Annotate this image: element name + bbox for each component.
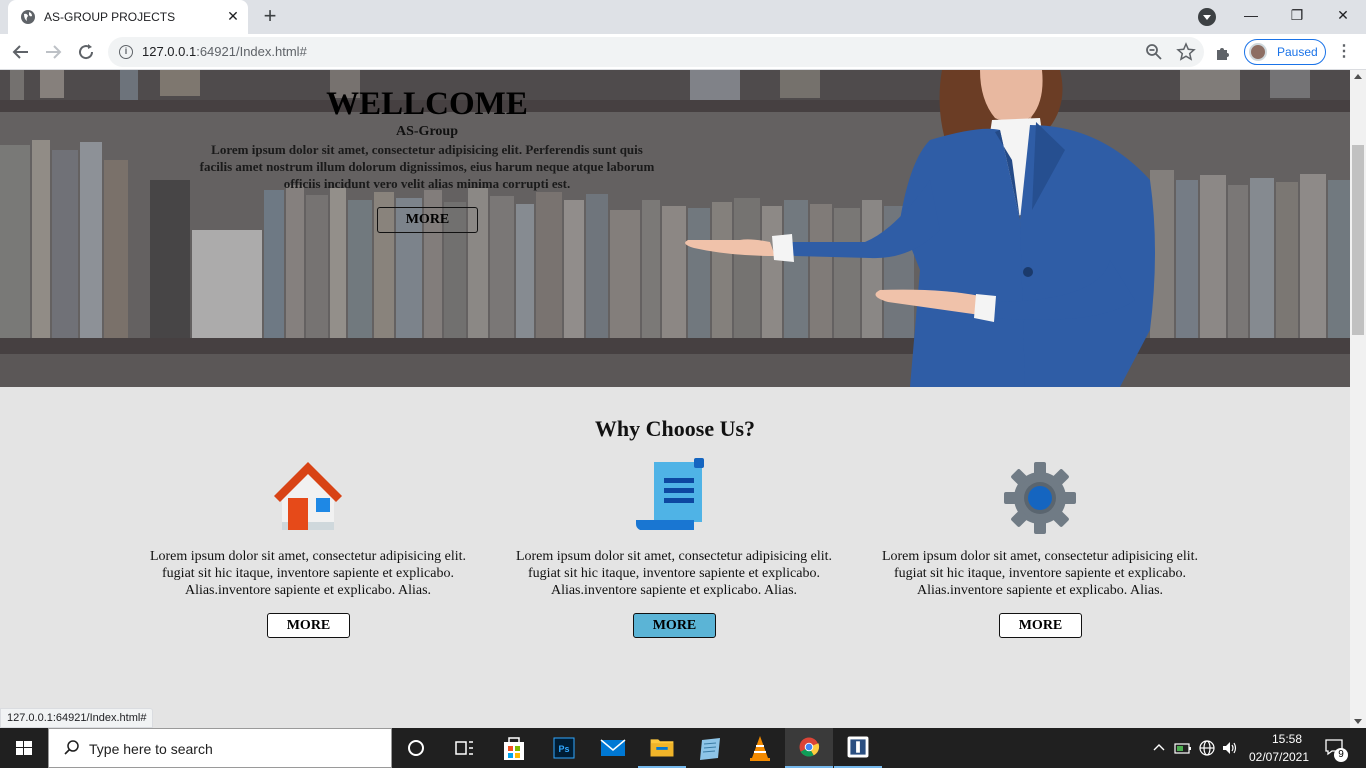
browser-tab[interactable]: AS-GROUP PROJECTS ✕ [8, 0, 248, 34]
restore-button[interactable]: ❐ [1274, 0, 1320, 32]
chrome-icon[interactable] [785, 728, 833, 768]
extensions-puzzle-icon[interactable] [1214, 42, 1234, 62]
scroll-down-arrow-icon[interactable] [1354, 719, 1362, 724]
feature-more-button[interactable]: MORE [999, 613, 1082, 638]
gear-icon [1004, 462, 1076, 534]
page-scrollbar[interactable] [1350, 70, 1366, 728]
show-hidden-icons-icon[interactable] [1152, 741, 1166, 755]
url-text[interactable]: 127.0.0.1:64921/Index.html# [142, 44, 307, 59]
close-window-button[interactable]: ✕ [1320, 0, 1366, 32]
feature-description: Lorem ipsum dolor sit amet, consectetur … [515, 549, 833, 598]
document-scroll-icon [636, 458, 704, 530]
clock-time[interactable]: 15:58 [1263, 732, 1311, 746]
scrollbar-thumb[interactable] [1352, 145, 1364, 335]
feature-more-button[interactable]: MORE [633, 613, 716, 638]
scroll-up-arrow-icon[interactable] [1354, 74, 1362, 79]
zoom-icon[interactable] [1144, 42, 1164, 62]
tab-close-icon[interactable]: ✕ [224, 7, 242, 25]
network-globe-icon[interactable] [1198, 739, 1216, 757]
cortana-icon[interactable] [392, 728, 440, 768]
file-explorer-icon[interactable] [638, 728, 686, 768]
battery-icon[interactable] [1174, 740, 1192, 756]
address-bar[interactable]: i 127.0.0.1:64921/Index.html# [108, 37, 1204, 67]
hero-description: Lorem ipsum dolor sit amet, consectetur … [199, 142, 655, 191]
windows-start-icon[interactable] [0, 728, 48, 768]
status-bar-url: 127.0.0.1:64921/Index.html# [0, 708, 154, 728]
site-info-icon[interactable]: i [119, 45, 133, 59]
search-placeholder: Type here to search [89, 741, 213, 757]
bookmark-star-icon[interactable] [1176, 42, 1196, 62]
mail-icon[interactable] [589, 728, 637, 768]
vlc-icon[interactable] [736, 728, 784, 768]
feature-card: Lorem ipsum dolor sit amet, consectetur … [870, 458, 1210, 658]
new-tab-button[interactable]: + [258, 5, 282, 29]
businesswoman-image [685, 70, 1155, 387]
notification-count-badge: 9 [1334, 748, 1348, 762]
search-icon [64, 740, 79, 755]
feature-card: Lorem ipsum dolor sit amet, consectetur … [138, 458, 478, 658]
svg-text:Ps: Ps [558, 744, 569, 754]
feature-more-button[interactable]: MORE [267, 613, 350, 638]
minimize-button[interactable]: — [1228, 0, 1274, 32]
hero-title: WELLCOME [326, 86, 528, 122]
microsoft-store-icon[interactable] [490, 728, 538, 768]
globe-icon [21, 10, 35, 24]
volume-icon[interactable] [1221, 739, 1239, 757]
why-choose-us-title: Why Choose Us? [594, 416, 756, 441]
forward-arrow-icon[interactable] [41, 40, 65, 64]
back-arrow-icon[interactable] [9, 40, 33, 64]
browser-menu-icon[interactable]: ⋮ [1336, 42, 1352, 62]
hero-subtitle: AS-Group [396, 124, 458, 139]
clock-date[interactable]: 02/07/2021 [1246, 750, 1312, 764]
house-icon [274, 462, 342, 530]
windows-taskbar: Type here to search Ps 15:58 02/07/2021 … [0, 728, 1366, 768]
url-host: 127.0.0.1 [142, 44, 197, 59]
notepad-app-icon[interactable] [686, 728, 734, 768]
taskbar-search-box[interactable]: Type here to search [48, 728, 392, 768]
reload-icon[interactable] [74, 40, 98, 64]
hero-banner: WELLCOME AS-Group Lorem ipsum dolor sit … [0, 70, 1350, 387]
feature-description: Lorem ipsum dolor sit amet, consectetur … [881, 549, 1199, 598]
page-viewport: WELLCOME AS-Group Lorem ipsum dolor sit … [0, 70, 1350, 728]
remote-app-icon[interactable] [834, 728, 882, 768]
url-path: :64921/Index.html# [196, 44, 307, 59]
tab-search-icon[interactable] [1198, 8, 1216, 26]
hero-more-button[interactable]: MORE [377, 207, 478, 233]
browser-toolbar: i 127.0.0.1:64921/Index.html# Paused ⋮ [0, 34, 1366, 70]
profile-status-label: Paused [1277, 45, 1318, 59]
avatar [1249, 43, 1267, 61]
feature-card: Lorem ipsum dolor sit amet, consectetur … [504, 458, 844, 658]
photoshop-icon[interactable]: Ps [540, 728, 588, 768]
tab-title: AS-GROUP PROJECTS [44, 10, 176, 24]
profile-button[interactable]: Paused [1244, 39, 1326, 65]
feature-description: Lorem ipsum dolor sit amet, consectetur … [149, 549, 467, 598]
tab-bar: AS-GROUP PROJECTS ✕ + — ❐ ✕ [0, 0, 1366, 34]
task-view-icon[interactable] [440, 728, 488, 768]
